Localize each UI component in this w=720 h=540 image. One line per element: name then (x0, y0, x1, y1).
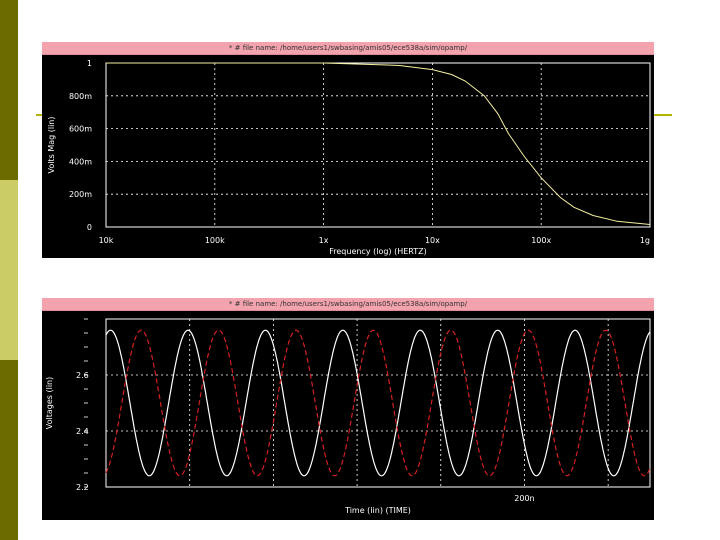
x-tick-label: 100k (205, 236, 225, 245)
x-tick-label: 10k (99, 236, 114, 245)
plot-frame (105, 62, 651, 228)
x-axis-title: Frequency (log) (HERTZ) (329, 247, 427, 256)
x-tick-label: 100x (531, 236, 551, 245)
sidebar-light-band (0, 180, 18, 360)
y-tick-label: 200m (69, 190, 92, 199)
x-tick-label: 1g (640, 236, 650, 245)
y-tick-label: 2.2 (76, 483, 89, 492)
y-axis-title: Volts Mag (lin) (47, 117, 56, 174)
y-tick-label: 400m (69, 157, 92, 166)
bode-plot-title-bar: * # file name: /home/users1/swbasing/ami… (42, 42, 654, 55)
x-tick-label: 200n (514, 494, 534, 503)
y-tick-label: 800m (69, 92, 92, 101)
x-tick-label: 1x (319, 236, 329, 245)
y-tick-label: 1 (87, 59, 92, 68)
sidebar-dark-band-lower (0, 360, 18, 540)
y-axis-title: Voltages (lin) (45, 377, 54, 429)
voltage-series-line-white (105, 329, 651, 477)
voltage-series-line-red (105, 329, 651, 477)
y-tick-label: 0 (87, 223, 92, 232)
y-tick-label: 2.4 (76, 427, 89, 436)
magnitude-series-line (106, 62, 651, 225)
transient-plot: 200n 2.2 2.4 2.6 Time (lin) (TIME) Voltages (… (45, 318, 651, 515)
accent-line-right (652, 114, 672, 116)
bode-plot: 10k 100k 1x 10x 100x 1g 0 200m 400m 600m 800m 1 Freq… (47, 59, 651, 256)
x-tick-label: 10x (425, 236, 440, 245)
y-tick-label: 600m (69, 125, 92, 134)
y-tick-label: 2.6 (76, 371, 89, 380)
x-axis-title: Time (lin) (TIME) (344, 506, 411, 515)
transient-plot-title-bar: * # file name: /home/users1/swbasing/ami… (42, 298, 654, 311)
transient-plot-window: * # file name: /home/users1/swbasing/ami… (42, 298, 654, 520)
plot-frame (105, 318, 651, 488)
bode-plot-window: * # file name: /home/users1/swbasing/ami… (42, 42, 654, 258)
sidebar-dark-band (0, 0, 18, 180)
